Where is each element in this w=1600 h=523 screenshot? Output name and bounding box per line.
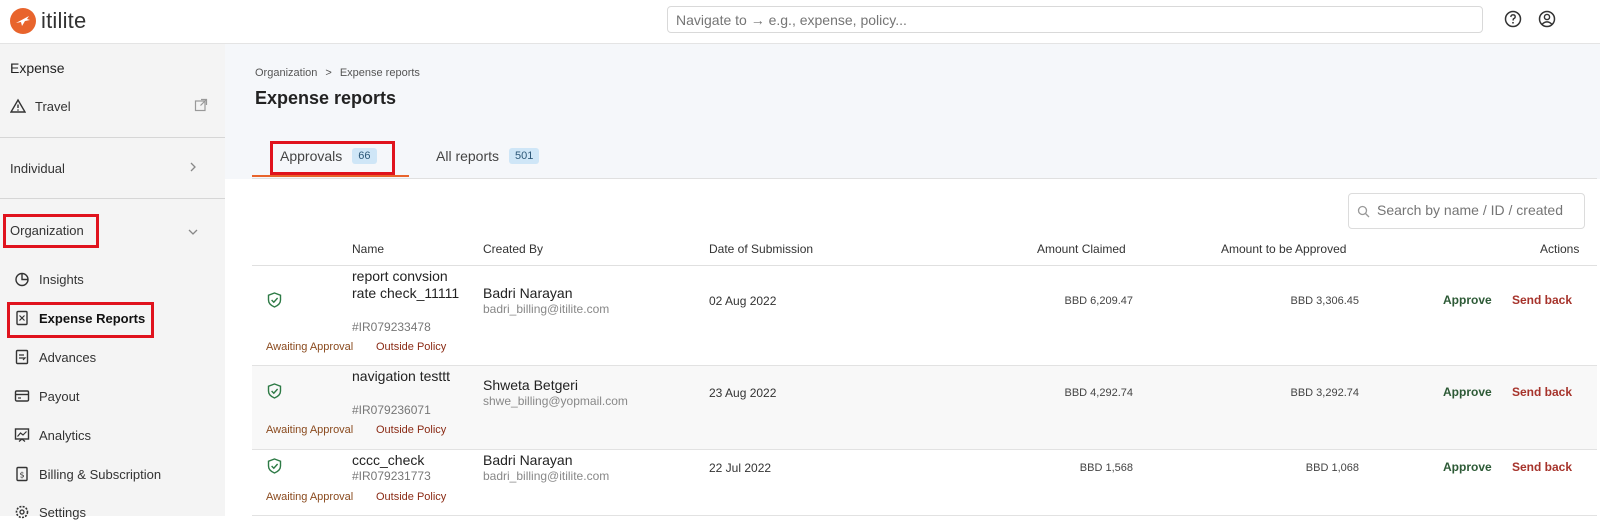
sidebar-item-label: Travel	[35, 98, 71, 114]
breadcrumb-separator: >	[325, 67, 332, 79]
sidebar-item-label: Insights	[39, 271, 84, 287]
warning-triangle-icon	[10, 98, 26, 113]
sidebar-section-title: Expense	[10, 60, 65, 76]
payout-card-icon	[14, 390, 30, 402]
amount-claimed: BBD 6,209.47	[1064, 295, 1134, 307]
search-icon	[1357, 205, 1370, 218]
analytics-chart-icon	[14, 428, 30, 442]
sidebar-item-travel[interactable]: Travel	[10, 95, 215, 117]
tab-count-badge: 501	[509, 148, 540, 164]
billing-icon: $	[16, 466, 28, 482]
chevron-right-icon	[190, 162, 196, 172]
insights-pie-icon	[15, 272, 29, 287]
chevron-down-icon	[188, 229, 198, 235]
sidebar-divider	[0, 137, 225, 138]
sidebar-item-insights[interactable]: Insights	[14, 268, 219, 290]
approve-button[interactable]: Approve	[1443, 385, 1492, 399]
approve-button[interactable]: Approve	[1443, 293, 1492, 307]
breadcrumb-current: Expense reports	[339, 67, 420, 79]
report-id: #IR079236071	[352, 403, 431, 417]
creator-email: badri_billing@itilite.com	[483, 302, 610, 316]
shield-check-icon	[267, 458, 282, 474]
approve-button[interactable]: Approve	[1443, 460, 1492, 474]
column-header-date[interactable]: Date of Submission	[709, 242, 813, 256]
report-id: #IR079233478	[352, 320, 431, 334]
report-id: #IR079231773	[352, 469, 431, 483]
top-bar: itilite	[0, 0, 1600, 44]
page-header-area	[225, 44, 1600, 179]
sidebar-item-advances[interactable]: Advances	[14, 346, 219, 368]
column-header-amount-claimed[interactable]: Amount Claimed	[1037, 242, 1126, 256]
send-back-button[interactable]: Send back	[1512, 385, 1572, 399]
amount-claimed: BBD 4,292.74	[1064, 387, 1134, 399]
amount-to-approve: BBD 1,068	[1305, 462, 1359, 474]
sidebar-item-billing[interactable]: $ Billing & Subscription	[14, 463, 219, 485]
sidebar-divider	[0, 198, 225, 199]
creator-name: Badri Narayan	[483, 452, 573, 468]
external-link-icon	[194, 98, 208, 112]
logo-text: itilite	[41, 8, 87, 33]
sidebar-item-analytics[interactable]: Analytics	[14, 424, 219, 446]
report-name[interactable]: report convsion rate check_11111	[352, 268, 467, 302]
sidebar-item-label: Analytics	[39, 427, 92, 443]
breadcrumb-organization[interactable]: Organization	[255, 67, 317, 79]
highlight-box-approvals-tab	[270, 141, 395, 175]
itilite-logo[interactable]: itilite	[10, 5, 86, 37]
active-tab-indicator	[252, 175, 409, 177]
navigate-search-input[interactable]	[667, 6, 1483, 33]
submission-date: 22 Jul 2022	[709, 461, 772, 475]
report-search-input[interactable]	[1377, 202, 1577, 218]
creator-name: Badri Narayan	[483, 285, 573, 301]
shield-check-icon	[267, 383, 282, 399]
submission-date: 23 Aug 2022	[709, 386, 777, 400]
help-circle-icon[interactable]	[1504, 10, 1522, 28]
amount-claimed: BBD 1,568	[1079, 462, 1133, 474]
tab-label: All reports	[436, 148, 500, 164]
user-circle-icon[interactable]	[1538, 10, 1556, 28]
status-badge-outside-policy: Outside Policy	[376, 341, 447, 353]
advances-icon	[15, 349, 29, 365]
creator-email: shwe_billing@yopmail.com	[483, 394, 628, 408]
highlight-box-expense-reports	[7, 302, 154, 338]
sidebar-item-settings[interactable]: Settings	[14, 501, 219, 523]
settings-gear-icon	[15, 505, 29, 519]
svg-text:$: $	[19, 471, 24, 480]
status-badge-awaiting: Awaiting Approval	[266, 341, 354, 353]
sidebar-item-label: Advances	[39, 349, 97, 365]
sidebar-item-label: Individual	[10, 160, 65, 176]
creator-name: Shweta Betgeri	[483, 377, 578, 393]
sidebar-item-label: Billing & Subscription	[39, 466, 162, 482]
column-header-amount-to-approve[interactable]: Amount to be Approved	[1221, 242, 1346, 256]
sidebar-item-label: Payout	[39, 388, 80, 404]
report-name[interactable]: cccc_check	[352, 452, 467, 469]
send-back-button[interactable]: Send back	[1512, 293, 1572, 307]
sidebar-item-individual[interactable]: Individual	[10, 157, 215, 179]
creator-email: badri_billing@itilite.com	[483, 469, 610, 483]
column-header-name[interactable]: Name	[352, 242, 384, 256]
report-search-box[interactable]	[1348, 193, 1585, 229]
column-header-actions: Actions	[1540, 242, 1580, 256]
send-back-button[interactable]: Send back	[1512, 460, 1572, 474]
column-header-created-by[interactable]: Created By	[483, 242, 543, 256]
report-name[interactable]: navigation testtt	[352, 368, 467, 385]
amount-to-approve: BBD 3,306.45	[1290, 295, 1360, 307]
amount-to-approve: BBD 3,292.74	[1290, 387, 1360, 399]
tabs-divider	[252, 178, 1597, 179]
highlight-box-organization	[3, 214, 99, 248]
plane-logo-icon	[10, 8, 36, 34]
status-badge-awaiting: Awaiting Approval	[266, 491, 354, 503]
shield-check-icon	[267, 292, 282, 308]
submission-date: 02 Aug 2022	[709, 294, 777, 308]
status-badge-outside-policy: Outside Policy	[376, 424, 447, 436]
status-badge-awaiting: Awaiting Approval	[266, 424, 354, 436]
page-title: Expense reports	[255, 88, 397, 108]
tab-all-reports[interactable]: All reports 501	[436, 148, 540, 164]
status-badge-outside-policy: Outside Policy	[376, 491, 447, 503]
sidebar-item-label: Settings	[39, 504, 86, 520]
breadcrumb: Organization > Expense reports	[255, 67, 420, 79]
sidebar-item-payout[interactable]: Payout	[14, 385, 219, 407]
